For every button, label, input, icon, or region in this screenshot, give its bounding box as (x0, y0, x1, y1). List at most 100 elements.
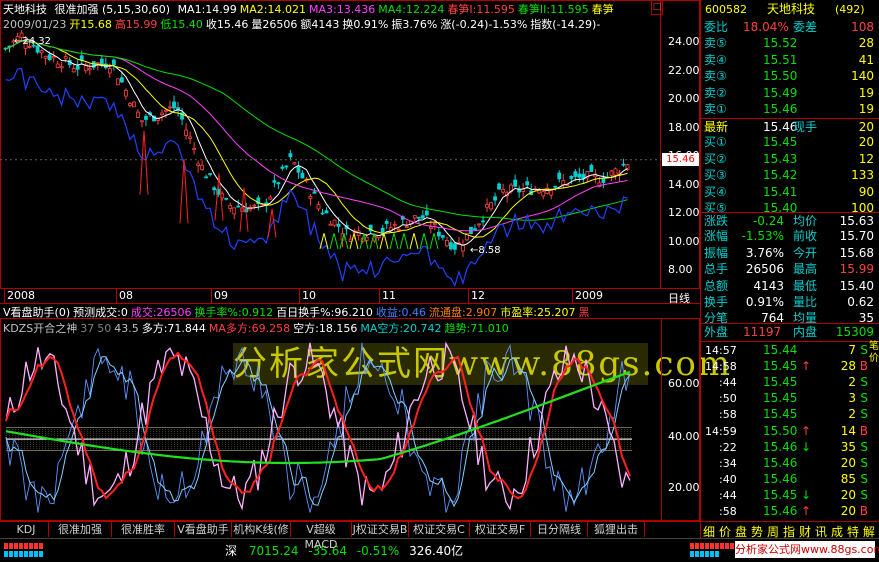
candle-body (51, 56, 56, 59)
candle-body (324, 210, 329, 214)
indicator-tab[interactable]: 很准胜率 (112, 522, 175, 537)
candle-body (621, 163, 626, 166)
price-tick: 10.00 (668, 234, 700, 248)
candle-body (280, 166, 285, 169)
indicator-tab[interactable]: 很准加强 (49, 522, 112, 537)
red-indicator-bar (690, 543, 738, 549)
price-tick: 20.00 (668, 92, 700, 105)
tick-price: 15.45 (763, 487, 798, 502)
stat-value: 4143 (753, 278, 784, 293)
low-price-marker: ←8.58 (470, 245, 501, 256)
stat-row: 总额 4143 最低 15.40 (701, 278, 879, 295)
ma-label: MA3:13.436 (309, 3, 376, 16)
weibi-row: 委比 18.04% 委差 108 (704, 20, 874, 34)
ma-label: 春笋I:11.595 (447, 3, 515, 16)
candle-body (336, 223, 341, 227)
candle-body (424, 210, 429, 216)
indicator-tab[interactable]: V超级MACD (291, 522, 352, 551)
date-label: 11 (382, 289, 396, 302)
indicator-tab[interactable]: 狐狸出击 (588, 522, 645, 537)
candle-body (328, 223, 333, 226)
candle-body (432, 222, 437, 225)
candle-body (107, 68, 112, 74)
candle-body (412, 215, 417, 219)
tick-row: :40 15.46 85 S (701, 471, 879, 488)
candle-body (115, 78, 120, 86)
date-label: 10 (302, 289, 316, 302)
candle-body (39, 50, 44, 54)
right-tabs: 细价盘势周指财讯成特解 (701, 521, 879, 539)
order-volume: 12 (858, 151, 874, 166)
candle-body (589, 164, 594, 172)
order-label: 卖④ (704, 52, 727, 67)
kline-chart[interactable] (0, 30, 661, 289)
tick-time: :58 (719, 505, 737, 518)
candle-body (609, 170, 614, 176)
order-label: 买② (704, 151, 727, 166)
order-price: 15.42 (763, 168, 798, 183)
candle-body (208, 173, 213, 175)
ma-label: 春笋 (591, 3, 614, 16)
tick-flag: B (859, 504, 868, 518)
waipan-row: 外盘 11197 内盘 15309 (701, 323, 879, 342)
tick-price: 15.45 (763, 375, 798, 390)
side-tab[interactable]: 笔价 (869, 341, 879, 365)
candle-body (477, 223, 481, 226)
price-tick: 14.00 (668, 177, 700, 191)
indicator-tab[interactable]: 机构K线(修 (232, 522, 291, 537)
arrow-down-icon: ↓ (801, 487, 812, 502)
tick-price: 15.46 (763, 455, 798, 470)
tick-flag: S (860, 471, 868, 486)
candle-body (384, 220, 389, 224)
candle-body (140, 120, 144, 123)
candle-body (63, 56, 68, 60)
candle-body (489, 202, 493, 210)
order-price: 15.43 (763, 151, 798, 166)
divider (661, 318, 662, 521)
stock-name: 天地科技 (3, 3, 47, 16)
candle-body (119, 77, 124, 83)
tick-row: 14:57 15.44 7 S (701, 342, 879, 359)
tick-time: :50 (719, 392, 737, 406)
order-price: 15.50 (763, 69, 798, 84)
signal-zigzag (429, 233, 439, 250)
candle-body (123, 89, 128, 97)
tick-time: 14:59 (705, 424, 737, 438)
candle-body (440, 235, 445, 238)
candle-body (320, 212, 325, 215)
tick-volume: 20 (840, 504, 856, 518)
indicator-tab[interactable]: 权证交易C (409, 522, 470, 537)
candle-body (87, 68, 92, 71)
candle-body (569, 176, 574, 179)
candle-body (613, 168, 618, 176)
order-label: 买① (704, 135, 727, 149)
candle-body (144, 115, 148, 120)
indicator-tab[interactable]: J权证交易B (352, 522, 409, 537)
tick-price: 15.46 (763, 439, 798, 454)
stat-value: 15.99 (839, 262, 874, 277)
candle-body (288, 153, 293, 158)
indicator-tab[interactable]: 日分隔线 (531, 522, 588, 537)
red-indicator-bar (4, 543, 44, 549)
candle-body (252, 204, 257, 207)
period-label[interactable]: 日线 (668, 290, 690, 306)
candle-body (420, 215, 425, 219)
candle-body (160, 112, 164, 116)
site-label[interactable]: 分析家公式网www.88gs.com (735, 541, 879, 558)
date-tick (4, 289, 5, 303)
kdzs-tick: 40.00 (668, 430, 700, 443)
indicator-tab[interactable]: V看盘助手 (175, 522, 232, 537)
indicator-name[interactable]: 很准加强 (5,15,30,60) (55, 3, 171, 16)
candle-body (232, 207, 237, 215)
tick-volume: 14 (840, 423, 856, 438)
candle-body (445, 240, 449, 247)
tick-flag: S (860, 343, 868, 357)
candle-body (224, 197, 229, 200)
date-label: 2009 (575, 289, 603, 302)
ma-legend: MA1:14.99 MA2:14.021 MA3:13.436 MA4:12.224 春… (178, 3, 617, 16)
indicator-tab[interactable]: 权证交易F (470, 522, 531, 537)
indicator-tab[interactable]: KDJ (4, 522, 49, 537)
tick-row: 14:59 15.50 ↑ 14 B (701, 423, 879, 440)
candle-body (43, 55, 48, 59)
tick-volume: 28 (840, 359, 856, 374)
